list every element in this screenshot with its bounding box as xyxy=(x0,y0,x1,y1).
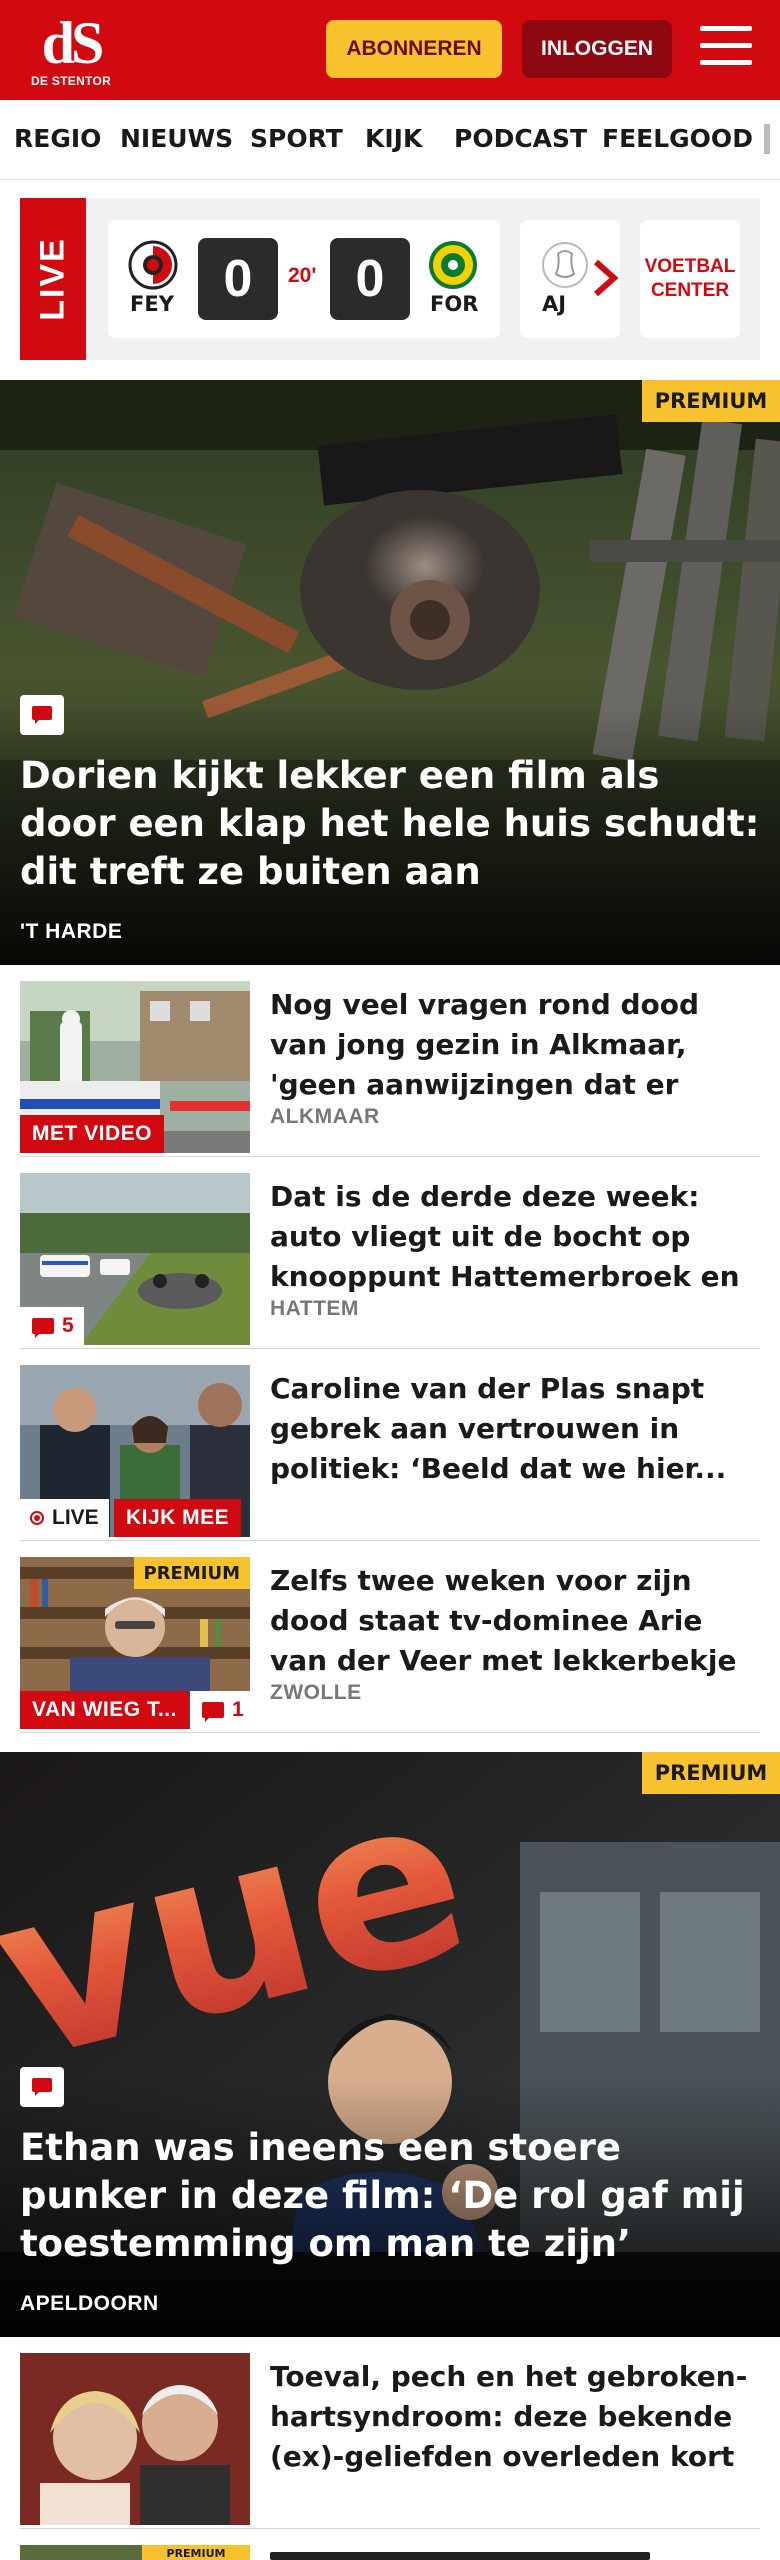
comment-icon xyxy=(32,1318,54,1338)
hero-location: 'T HARDE xyxy=(20,920,123,943)
list-item[interactable]: Toeval, pech en het gebroken-hartsyndroo… xyxy=(20,2337,760,2529)
next-article-title-cut xyxy=(270,2552,650,2560)
login-button[interactable]: INLOGGEN xyxy=(522,20,672,78)
article-location: ZWOLLE xyxy=(270,1681,362,1704)
home-team-abbr: FEY xyxy=(130,292,174,316)
nav-item-nieuws[interactable]: NIEUWS xyxy=(120,124,233,153)
live-badge: LIVE xyxy=(20,1499,109,1537)
series-tag: VAN WIEG T... xyxy=(20,1691,189,1729)
video-tag: MET VIDEO xyxy=(20,1115,165,1153)
away-team-abbr: FOR xyxy=(430,292,479,316)
article-location: ALKMAAR xyxy=(270,1105,380,1128)
article-thumbnail: LIVE KIJK MEE xyxy=(20,1365,250,1537)
top-bar: dS DE STENTOR ABONNEREN INLOGGEN xyxy=(0,0,780,100)
article-thumbnail: 5 xyxy=(20,1173,250,1345)
comment-count: 1 xyxy=(232,1698,244,1721)
hero-article[interactable]: PREMIUM Dorien kijkt lekker een film als… xyxy=(0,380,780,965)
nav-item-feelgood[interactable]: FEELGOOD xyxy=(602,124,753,153)
match-minute: 20' xyxy=(288,264,317,287)
nav-item-kijk[interactable]: KIJK xyxy=(365,124,422,153)
logo-mark: dS xyxy=(41,10,105,76)
nav-item-regio[interactable]: REGIO xyxy=(14,124,101,153)
article-title[interactable]: Toeval, pech en het gebroken-hartsyndroo… xyxy=(270,2357,760,2477)
premium-badge: PREMIUM xyxy=(642,380,780,422)
scroll-right-chevron-icon[interactable] xyxy=(590,258,630,302)
article-title[interactable]: Caroline van der Plas snapt gebrek aan v… xyxy=(270,1369,760,1489)
hero-location: APELDOORN xyxy=(20,2292,159,2315)
live-dot-icon xyxy=(30,1511,44,1525)
section-nav: REGIO NIEUWS SPORT KIJK PODCAST FEELGOOD xyxy=(0,100,780,180)
hero-headline[interactable]: Ethan was ineens een stoere punker in de… xyxy=(20,2124,760,2268)
live-label: LIVE xyxy=(20,198,86,360)
premium-badge: PREMIUM xyxy=(142,2545,250,2560)
article-thumbnail xyxy=(20,2353,250,2525)
voetbal-center-link[interactable]: VOETBAL CENTER xyxy=(640,220,740,338)
watch-tag: KIJK MEE xyxy=(114,1499,242,1537)
article-location: HATTEM xyxy=(270,1297,359,1320)
logo-subtitle: DE STENTOR xyxy=(30,74,112,88)
live-scores-strip: LIVE FEY 0 20' 0 FOR AJ VOETBAL CENTER xyxy=(20,198,760,360)
next-article-thumbnail: PREMIUM xyxy=(20,2545,250,2560)
couple-photo xyxy=(20,2353,250,2525)
nav-item-podcast[interactable]: PODCAST xyxy=(454,124,587,153)
match-card[interactable]: FEY 0 20' 0 FOR xyxy=(108,220,500,338)
comment-icon xyxy=(20,2067,64,2107)
hero-headline[interactable]: Dorien kijkt lekker een film als door ee… xyxy=(20,752,760,896)
ajax-logo-icon xyxy=(542,242,588,288)
live-badge-label: LIVE xyxy=(52,1506,99,1529)
hamburger-menu-icon[interactable] xyxy=(700,26,752,72)
comment-count-badge: 5 xyxy=(20,1307,84,1345)
premium-badge: PREMIUM xyxy=(133,1557,250,1589)
comment-count: 5 xyxy=(62,1314,74,1337)
comment-count-badge: 1 xyxy=(190,1691,250,1729)
next-match-team: AJ xyxy=(542,292,567,316)
article-thumbnail: PREMIUM VAN WIEG T... 1 xyxy=(20,1557,250,1729)
site-logo[interactable]: dS DE STENTOR xyxy=(28,10,114,88)
list-item[interactable]: PREMIUM VAN WIEG T... 1 Zelfs twee weken… xyxy=(20,1541,760,1733)
away-score: 0 xyxy=(330,238,410,320)
article-thumbnail: MET VIDEO xyxy=(20,981,250,1153)
hero-article[interactable]: vue PREMIUM Ethan was ineens een stoere … xyxy=(0,1752,780,2337)
premium-badge: PREMIUM xyxy=(642,1752,780,1794)
nav-item-sport[interactable]: SPORT xyxy=(250,124,343,153)
subscribe-button[interactable]: ABONNEREN xyxy=(326,20,502,78)
list-item[interactable]: MET VIDEO Nog veel vragen rond dood van … xyxy=(20,965,760,1157)
feyenoord-logo-icon xyxy=(128,240,178,290)
comment-icon xyxy=(202,1702,224,1722)
home-score: 0 xyxy=(198,238,278,320)
article-title[interactable]: Zelfs twee weken voor zijn dood staat tv… xyxy=(270,1561,760,1681)
comment-icon xyxy=(20,695,64,735)
list-item[interactable]: 5 Dat is de derde deze week: auto vliegt… xyxy=(20,1157,760,1349)
article-title[interactable]: Nog veel vragen rond dood van jong gezin… xyxy=(270,985,760,1105)
article-title[interactable]: Dat is de derde deze week: auto vliegt u… xyxy=(270,1177,760,1297)
list-item[interactable]: LIVE KIJK MEE Caroline van der Plas snap… xyxy=(20,1349,760,1541)
nav-overflow-indicator xyxy=(764,124,770,154)
fortuna-logo-icon xyxy=(429,241,477,289)
